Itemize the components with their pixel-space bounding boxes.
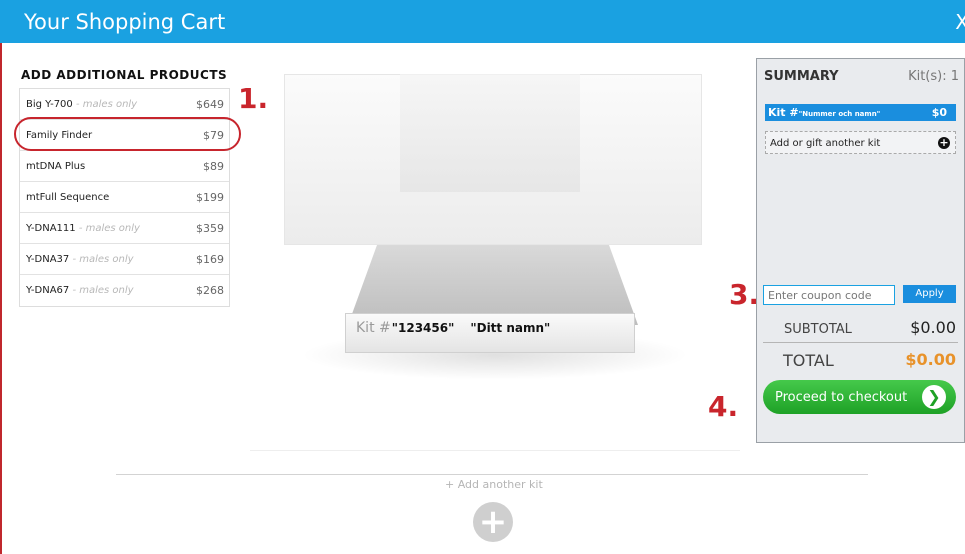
- add-another-kit-link[interactable]: + Add another kit: [445, 478, 543, 491]
- product-price: $89: [203, 160, 224, 173]
- close-icon[interactable]: X: [955, 10, 965, 34]
- product-name: Big Y-700 - males only: [26, 99, 138, 110]
- add-gift-kit-label: Add or gift another kit: [770, 138, 881, 149]
- product-price: $359: [196, 222, 224, 235]
- total-value: $0.00: [905, 350, 956, 369]
- product-price: $649: [196, 98, 224, 111]
- product-note: - males only: [69, 254, 134, 265]
- subtotal-value: $0.00: [910, 318, 956, 337]
- cart-title: Your Shopping Cart: [24, 10, 226, 34]
- products-title: ADD ADDITIONAL PRODUCTS: [21, 68, 228, 82]
- product-name: mtDNA Plus: [26, 161, 86, 172]
- product-item-mtdna-plus[interactable]: mtDNA Plus $89: [20, 151, 229, 182]
- product-note: - males only: [72, 99, 138, 110]
- kit-item-label: Kit #"Nummer och namn": [768, 106, 881, 119]
- add-gift-kit-button[interactable]: Add or gift another kit +: [765, 131, 956, 154]
- cart-kit-item[interactable]: Kit #"Nummer och namn" $0: [765, 104, 956, 121]
- kit-box-name: "Ditt namn": [470, 321, 551, 335]
- kit-box-label: Kit #"123456" "Ditt namn": [356, 320, 551, 336]
- proceed-to-checkout-button[interactable]: Proceed to checkout ❯: [763, 380, 956, 414]
- highlight-ring: [14, 117, 241, 151]
- coupon-input[interactable]: [763, 285, 895, 305]
- summary-title: SUMMARY: [764, 69, 839, 84]
- product-item-big-y-700[interactable]: Big Y-700 - males only $649: [20, 89, 229, 120]
- product-price: $199: [196, 191, 224, 204]
- product-price: $169: [196, 253, 224, 266]
- chevron-right-icon: ❯: [922, 385, 946, 409]
- kits-count: Kit(s): 1: [908, 69, 959, 84]
- product-note: - males only: [75, 223, 140, 234]
- separator: [116, 474, 868, 475]
- product-item-y-dna37[interactable]: Y-DNA37 - males only $169: [20, 244, 229, 275]
- product-item-y-dna111[interactable]: Y-DNA111 - males only $359: [20, 213, 229, 244]
- product-name: mtFull Sequence: [26, 192, 110, 203]
- product-name: Y-DNA37 - males only: [26, 254, 134, 265]
- apply-coupon-button[interactable]: Apply: [903, 285, 956, 303]
- product-name: Y-DNA111 - males only: [26, 223, 140, 234]
- kit-box-lid-highlight: [400, 74, 580, 192]
- total-label: TOTAL: [783, 351, 834, 370]
- summary-divider: [763, 342, 958, 343]
- kit-item-name: "Nummer och namn": [798, 110, 881, 118]
- step-1-marker: 1.: [238, 82, 269, 115]
- kit-box-number: "123456": [391, 321, 455, 335]
- product-name: Y-DNA67 - males only: [26, 285, 134, 296]
- subtotal-label: SUBTOTAL: [784, 322, 852, 337]
- product-item-y-dna67[interactable]: Y-DNA67 - males only $268: [20, 275, 229, 306]
- step-3-marker: 3.: [729, 278, 760, 311]
- checkout-label: Proceed to checkout: [775, 390, 908, 405]
- product-note: - males only: [69, 285, 134, 296]
- kit-item-price: $0: [931, 106, 947, 119]
- add-kit-plus-icon[interactable]: +: [473, 502, 513, 542]
- step-4-marker: 4.: [708, 390, 739, 423]
- cart-header: Your Shopping Cart X: [0, 0, 965, 43]
- plus-circle-icon: +: [938, 136, 950, 149]
- product-price: $268: [196, 284, 224, 297]
- separator: [250, 450, 740, 451]
- product-item-mtfull-sequence[interactable]: mtFull Sequence $199: [20, 182, 229, 213]
